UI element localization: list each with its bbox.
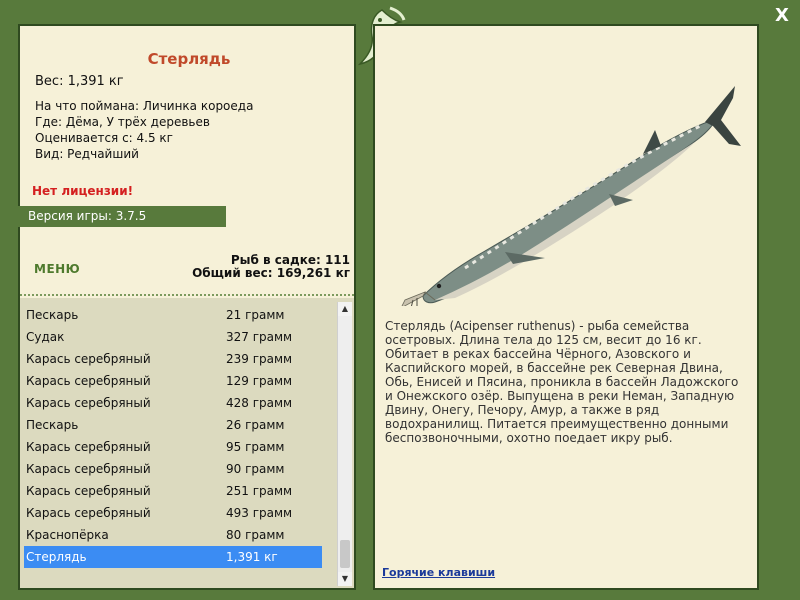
- catch-fish-weight: 493 грамм: [226, 506, 293, 520]
- catch-list-row[interactable]: Карась серебряный 129 грамм: [24, 370, 322, 392]
- catch-fish-name: Стерлядь: [26, 550, 87, 564]
- catch-list-row[interactable]: Пескарь 21 грамм: [24, 304, 322, 326]
- catch-list-row[interactable]: Карась серебряный 493 грамм: [24, 502, 322, 524]
- scroll-down-arrow-icon[interactable]: ▼: [338, 572, 352, 586]
- catch-fish-name: Краснопёрка: [26, 528, 109, 542]
- catch-list-scrollbar[interactable]: ▲ ▼: [337, 302, 352, 586]
- close-icon[interactable]: X: [772, 6, 792, 26]
- catch-list-row[interactable]: Краснопёрка 80 грамм: [24, 524, 322, 546]
- catch-list-row[interactable]: Пескарь 26 грамм: [24, 414, 322, 436]
- catch-fish-name: Карась серебряный: [26, 374, 151, 388]
- catch-list-row[interactable]: Карась серебряный 95 грамм: [24, 436, 322, 458]
- catch-fish-name: Карась серебряный: [26, 506, 151, 520]
- keepnet-stats: Рыб в садке: 111 Общий вес: 169,261 кг: [192, 254, 350, 280]
- hotkeys-link[interactable]: Горячие клавиши: [382, 566, 495, 579]
- catch-fish-weight: 95 грамм: [226, 440, 285, 454]
- catch-fish-weight: 80 грамм: [226, 528, 285, 542]
- catch-fish-name: Пескарь: [26, 418, 79, 432]
- rarity-info: Вид: Редчайший: [35, 147, 139, 161]
- fish-details-panel: Стерлядь Вес: 1,391 кг На что поймана: Л…: [18, 24, 356, 590]
- catch-fish-weight: 1,391 кг: [226, 550, 278, 564]
- sterlet-fish-image: [401, 86, 741, 306]
- catch-list-row[interactable]: Карась серебряный 251 грамм: [24, 480, 322, 502]
- catch-fish-name: Карась серебряный: [26, 396, 151, 410]
- fish-description-panel: Стерлядь (Acipenser ruthenus) - рыба сем…: [373, 24, 759, 590]
- game-window: X Стерлядь Вес: 1,391 кг На что поймана:…: [0, 0, 800, 600]
- fish-name-title: Стерлядь: [147, 50, 231, 68]
- location-info: Где: Дёма, У трёх деревьев: [35, 115, 210, 129]
- game-version-bar: Версия игры: 3.7.5: [18, 206, 226, 227]
- catch-fish-name: Пескарь: [26, 308, 79, 322]
- divider: [20, 294, 354, 296]
- catch-list-row[interactable]: Стерлядь 1,391 кг: [24, 546, 322, 568]
- catch-fish-weight: 327 грамм: [226, 330, 293, 344]
- catch-list-row[interactable]: Карась серебряный 239 грамм: [24, 348, 322, 370]
- catch-list-row[interactable]: Карась серебряный 428 грамм: [24, 392, 322, 414]
- catch-list: Пескарь 21 грамм Судак 327 грамм Карась сере…: [24, 304, 322, 568]
- catch-fish-weight: 428 грамм: [226, 396, 293, 410]
- catch-list-row[interactable]: Судак 327 грамм: [24, 326, 322, 348]
- no-license-warning: Нет лицензии!: [32, 184, 134, 198]
- catch-fish-name: Карась серебряный: [26, 462, 151, 476]
- catch-fish-weight: 26 грамм: [226, 418, 285, 432]
- total-weight: Общий вес: 169,261 кг: [192, 266, 350, 280]
- fish-info: На что поймана: Личинка короеда Где: Дём…: [35, 98, 253, 162]
- catch-fish-name: Карась серебряный: [26, 352, 151, 366]
- catch-fish-name: Судак: [26, 330, 65, 344]
- menu-button[interactable]: МЕНЮ: [34, 262, 80, 276]
- valued-from-info: Оценивается с: 4.5 кг: [35, 131, 173, 145]
- fish-description: Стерлядь (Acipenser ruthenus) - рыба сем…: [385, 319, 739, 445]
- catch-fish-weight: 239 грамм: [226, 352, 293, 366]
- catch-fish-weight: 90 грамм: [226, 462, 285, 476]
- scrollbar-thumb[interactable]: [340, 540, 350, 568]
- catch-fish-name: Карась серебряный: [26, 484, 151, 498]
- catch-fish-weight: 129 грамм: [226, 374, 293, 388]
- catch-list-row[interactable]: Карась серебряный 90 грамм: [24, 458, 322, 480]
- caught-with-info: На что поймана: Личинка короеда: [35, 99, 254, 113]
- catch-list-area: Пескарь 21 грамм Судак 327 грамм Карась сере…: [20, 298, 354, 588]
- catch-fish-name: Карась серебряный: [26, 440, 151, 454]
- catch-fish-weight: 251 грамм: [226, 484, 293, 498]
- fish-weight: Вес: 1,391 кг: [35, 74, 124, 89]
- catch-fish-weight: 21 грамм: [226, 308, 285, 322]
- scroll-up-arrow-icon[interactable]: ▲: [338, 302, 352, 316]
